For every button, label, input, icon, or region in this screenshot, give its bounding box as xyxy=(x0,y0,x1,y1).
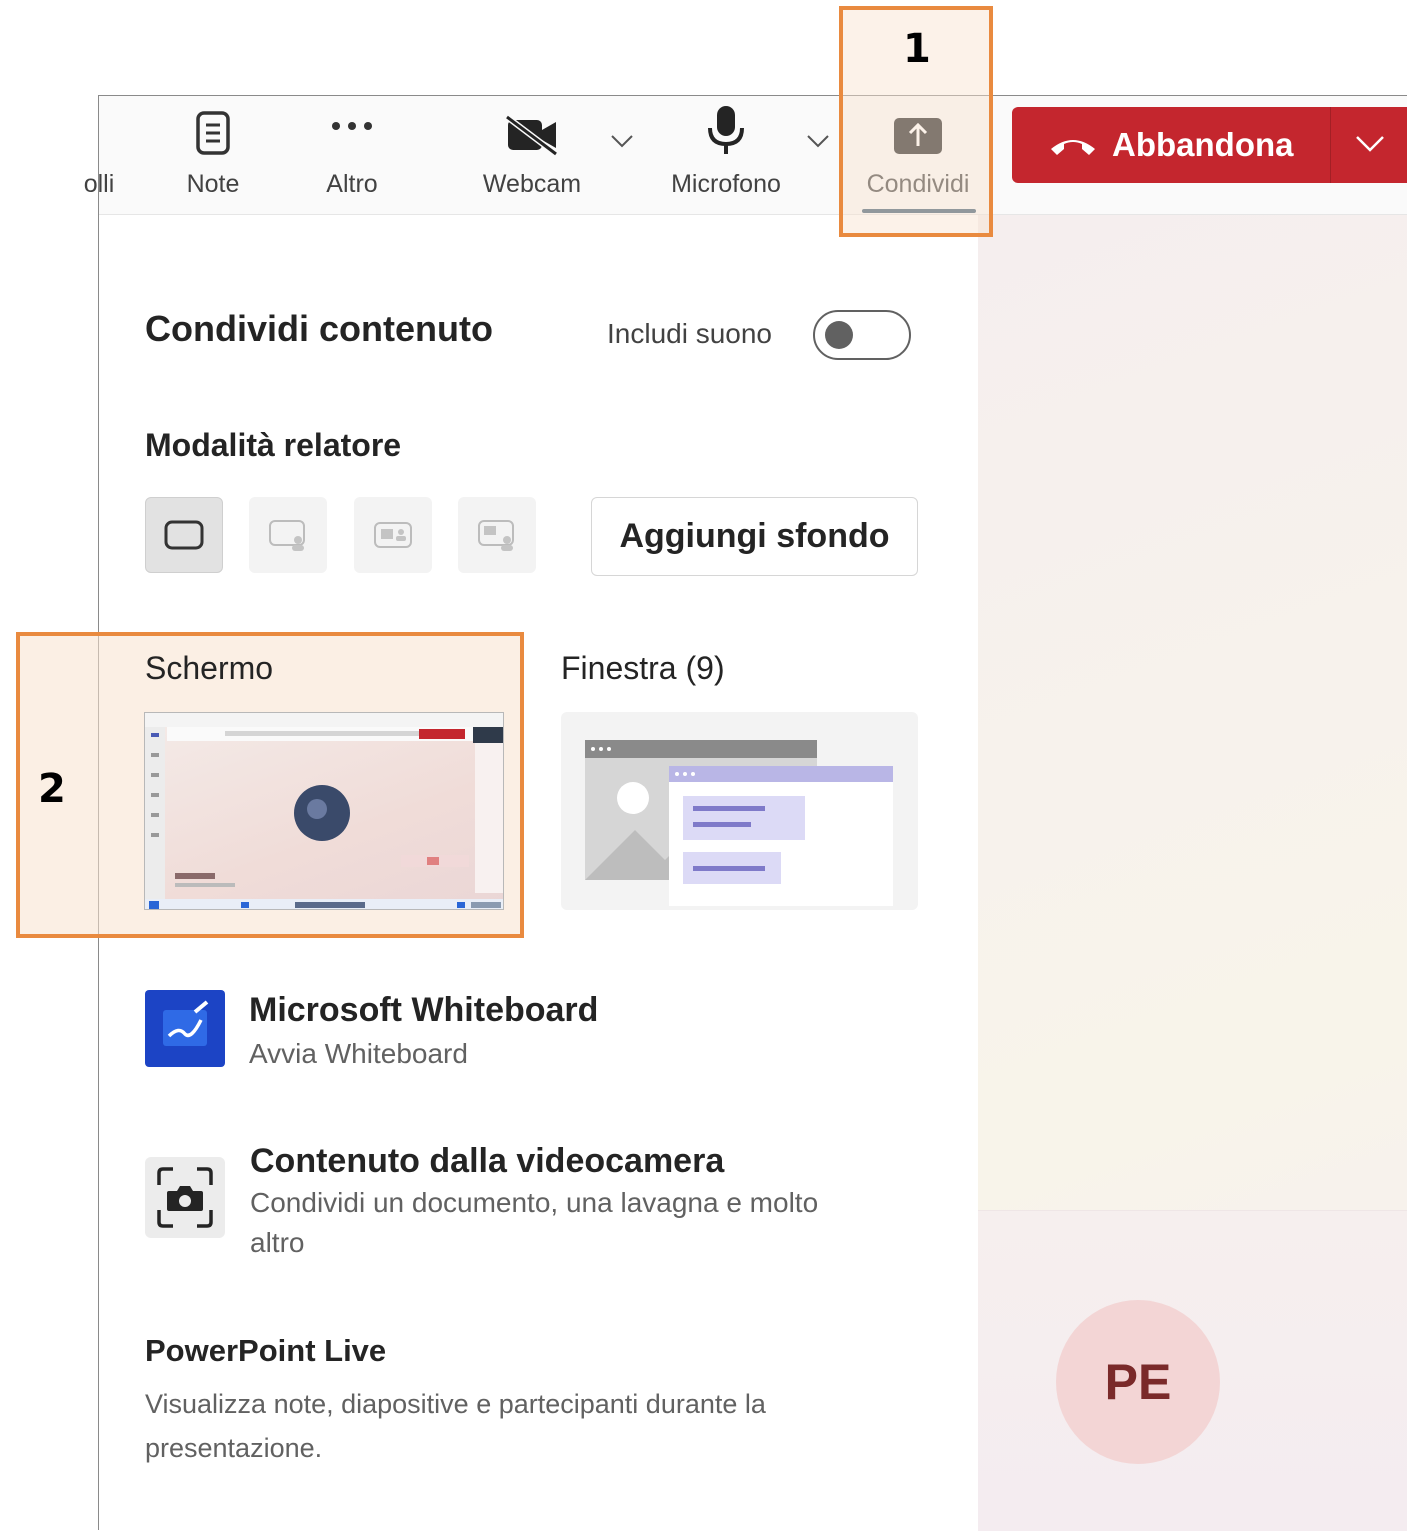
more-label: Altro xyxy=(326,170,378,198)
content-only-icon xyxy=(164,520,204,550)
more-dots-icon xyxy=(330,96,374,156)
presenter-mode-side-by-side[interactable] xyxy=(354,497,432,573)
participant-avatar[interactable]: PE xyxy=(1056,1300,1220,1464)
webcam-options-chevron-icon[interactable] xyxy=(610,134,634,153)
presenter-mode-standout[interactable] xyxy=(249,497,327,573)
add-background-button[interactable]: Aggiungi sfondo xyxy=(591,497,918,576)
presenter-mode-heading: Modalità relatore xyxy=(145,427,402,463)
standout-icon xyxy=(269,520,305,551)
whiteboard-icon[interactable] xyxy=(145,990,225,1067)
share-panel-title: Condividi contenuto xyxy=(145,308,493,349)
powerpoint-live-title[interactable]: PowerPoint Live xyxy=(145,1333,386,1369)
side-by-side-icon xyxy=(374,522,412,548)
window-thumbnail[interactable] xyxy=(561,712,918,910)
more-button[interactable]: Altro xyxy=(307,96,397,214)
whiteboard-subtitle: Avvia Whiteboard xyxy=(249,1038,468,1069)
toolbar-partial-button[interactable]: olli xyxy=(84,96,139,214)
powerpoint-live-subtitle-line2: presentazione. xyxy=(145,1433,323,1463)
hang-up-phone-icon xyxy=(1048,133,1098,157)
presenter-mode-content-only[interactable] xyxy=(145,497,223,573)
camera-content-subtitle-line1: Condividi un documento, una lavagna e mo… xyxy=(250,1187,819,1218)
webcam-button[interactable]: Webcam xyxy=(474,96,590,214)
toggle-knob xyxy=(825,321,853,349)
leave-options-chevron-icon[interactable] xyxy=(1355,135,1385,153)
callout-number-2: 2 xyxy=(38,766,66,812)
microphone-button[interactable]: Microfono xyxy=(661,96,791,214)
presenter-mode-reporter[interactable] xyxy=(458,497,536,573)
notes-icon xyxy=(195,96,231,156)
include-sound-toggle[interactable] xyxy=(813,310,911,360)
notes-button[interactable]: Note xyxy=(170,96,256,214)
powerpoint-live-subtitle-line1: Visualizza note, diapositive e partecipa… xyxy=(145,1389,766,1419)
screen-source-label: Schermo xyxy=(145,650,274,686)
whiteboard-title[interactable]: Microsoft Whiteboard xyxy=(249,991,598,1030)
leave-label: Abbandona xyxy=(1112,126,1294,163)
notes-label: Note xyxy=(186,170,240,198)
microphone-label: Microfono xyxy=(671,170,781,198)
microphone-options-chevron-icon[interactable] xyxy=(806,134,830,153)
camera-content-title[interactable]: Contenuto dalla videocamera xyxy=(250,1142,724,1181)
microphone-icon xyxy=(706,96,746,156)
leave-divider xyxy=(1330,107,1331,183)
include-sound-label: Includi suono xyxy=(607,318,773,349)
camera-content-subtitle-line2: altro xyxy=(250,1227,305,1258)
camera-scan-icon[interactable] xyxy=(145,1157,225,1238)
webcam-off-icon xyxy=(504,96,560,156)
desktop-preview-image xyxy=(145,713,503,909)
webcam-label: Webcam xyxy=(482,170,582,198)
window-source-label: Finestra (9) xyxy=(561,650,725,686)
reporter-icon xyxy=(478,520,514,551)
leave-button[interactable]: Abbandona xyxy=(1012,107,1407,183)
window-illustration-icon xyxy=(585,740,893,906)
callout-number-1: 1 xyxy=(903,26,931,72)
screen-thumbnail[interactable] xyxy=(144,712,504,910)
toolbar-partial-label: olli xyxy=(83,170,115,198)
